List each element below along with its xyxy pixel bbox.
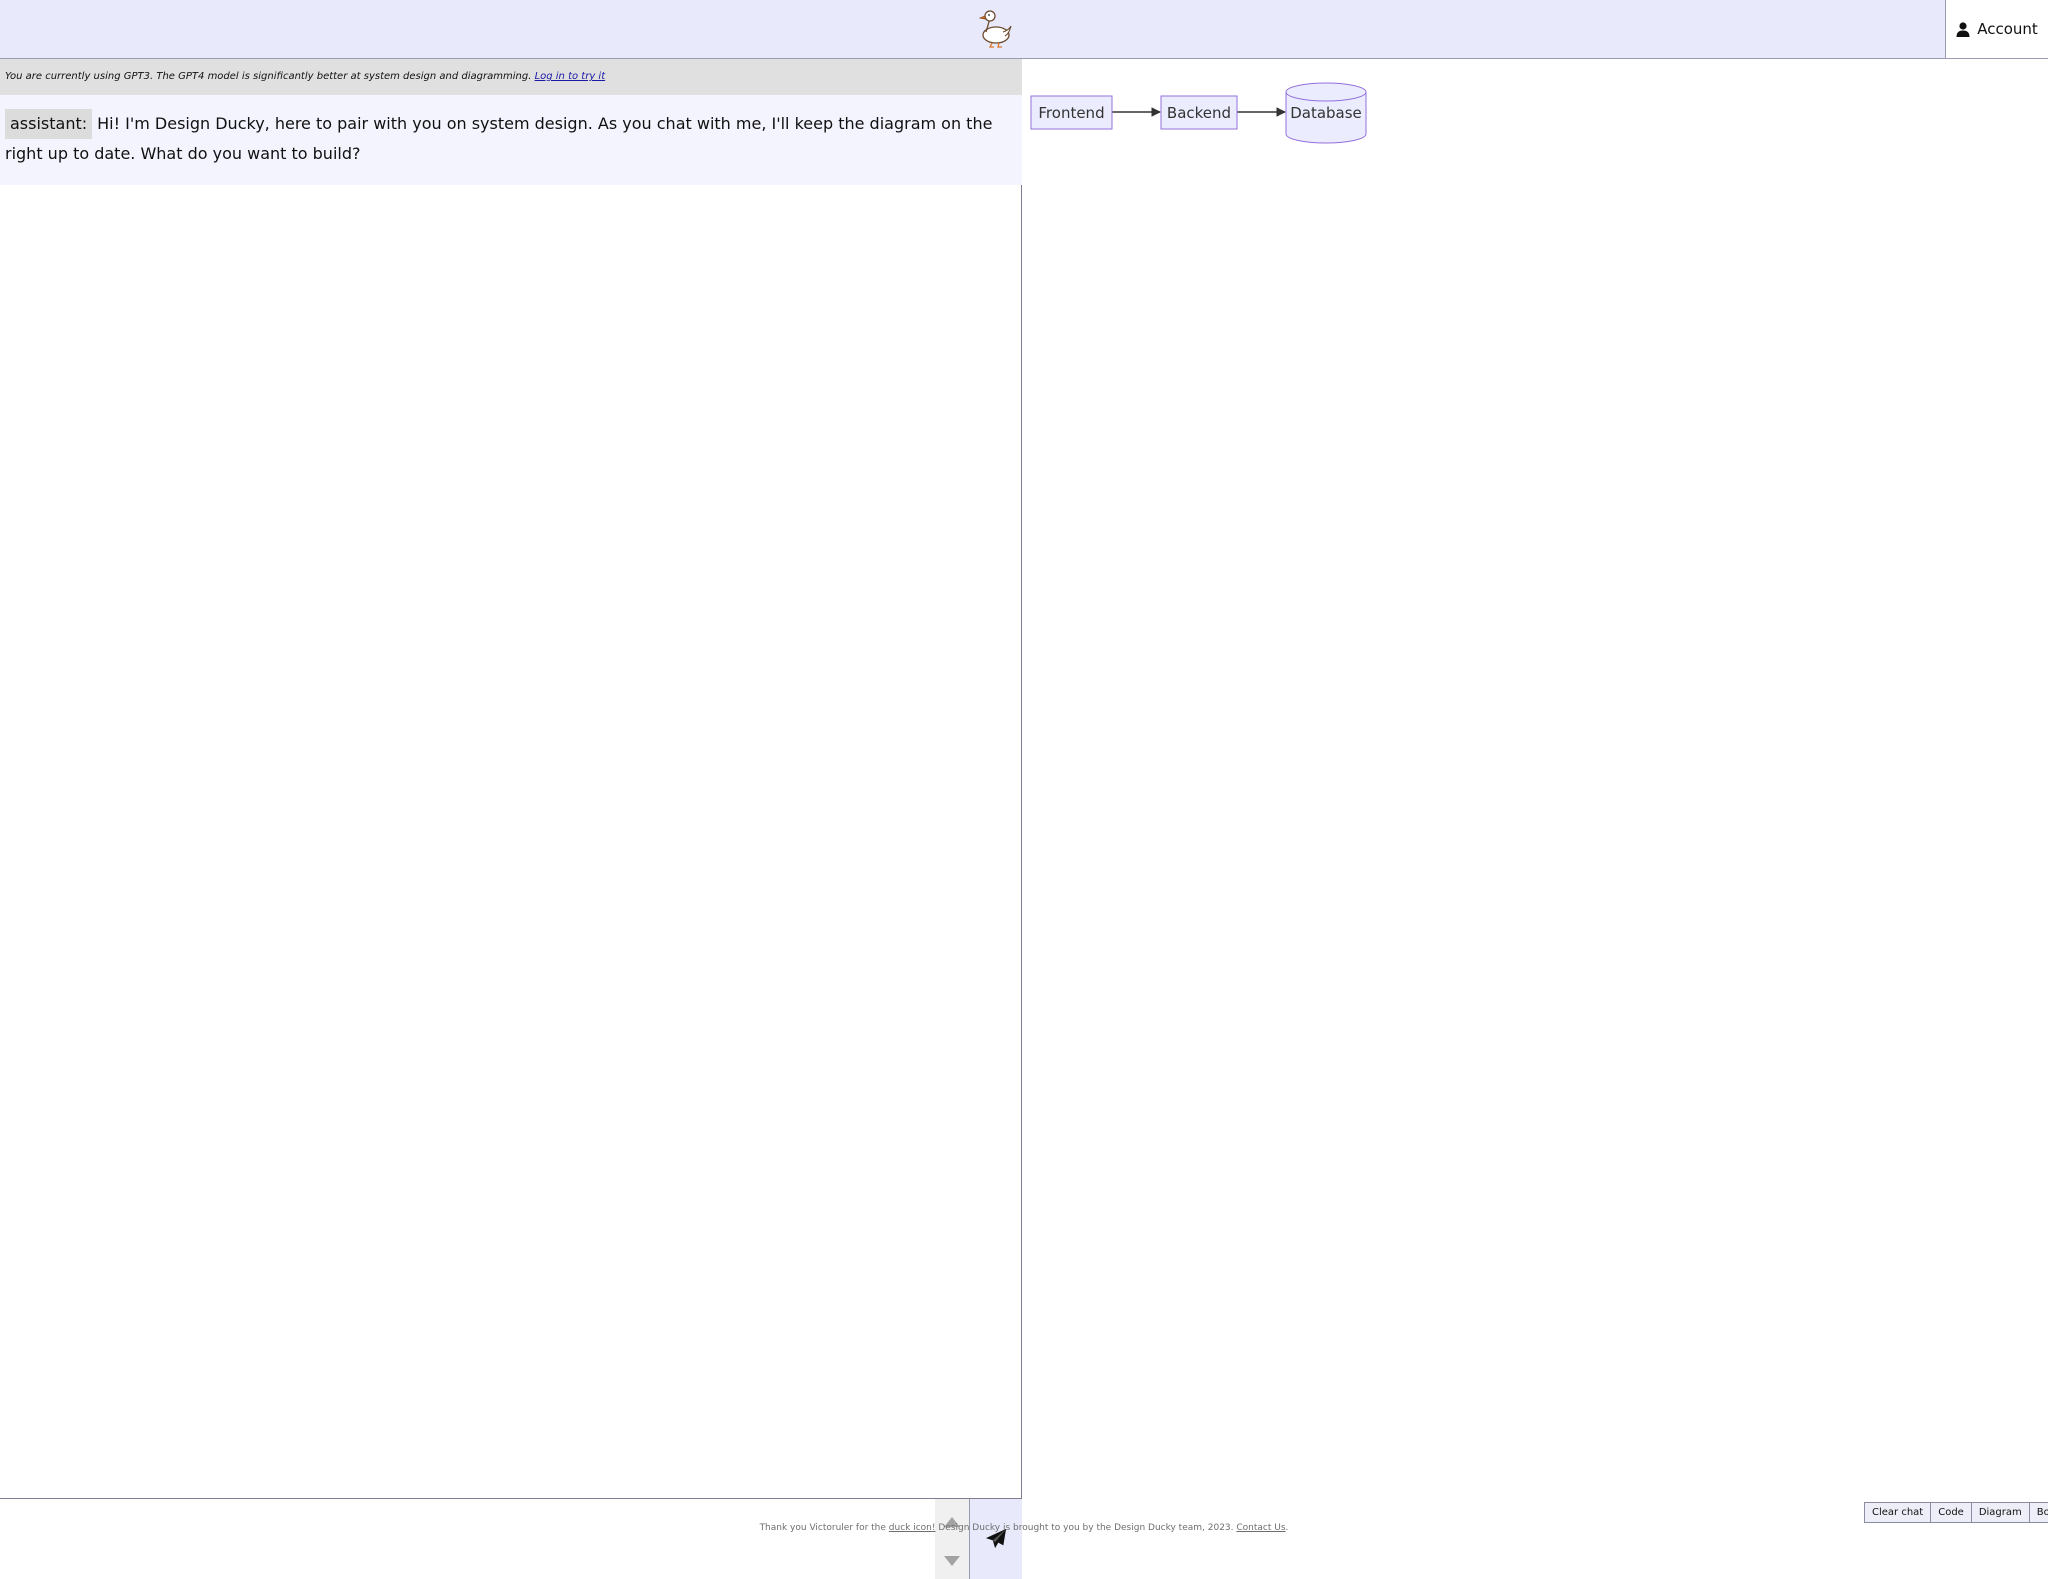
contact-link[interactable]: Contact Us: [1236, 1523, 1285, 1533]
node-frontend[interactable]: Frontend: [1030, 95, 1113, 130]
message-role: assistant:: [5, 109, 93, 139]
node-database-label: Database: [1290, 104, 1362, 122]
footer: Thank you Victoruler for the duck icon! …: [0, 1520, 2048, 1536]
send-button[interactable]: [969, 1499, 1022, 1579]
chat-pane: You are currently using GPT3. The GPT4 m…: [0, 59, 1022, 1579]
duck-icon-link[interactable]: duck icon!: [889, 1523, 936, 1533]
scroll-down-icon[interactable]: [944, 1556, 960, 1566]
app-header: Account: [0, 0, 2048, 59]
account-label: Account: [1977, 20, 2038, 38]
notice-text: You are currently using GPT3. The GPT4 m…: [5, 71, 532, 82]
diagram-pane: Frontend Backend Database: [1023, 59, 2048, 1520]
footer-text-end: .: [1285, 1523, 1289, 1533]
duck-icon: [978, 10, 1012, 48]
message-text: Hi! I'm Design Ducky, here to pair with …: [5, 114, 993, 163]
chat-message: assistant: Hi! I'm Design Ducky, here to …: [0, 95, 1022, 185]
footer-text: Thank you Victoruler for the: [759, 1523, 886, 1533]
user-icon: [1956, 21, 1970, 37]
node-frontend-label: Frontend: [1038, 104, 1104, 122]
footer-text-middle: Design Ducky is brought to you by the De…: [938, 1523, 1234, 1533]
node-database[interactable]: Database: [1285, 82, 1367, 144]
chat-input[interactable]: [0, 1499, 935, 1579]
model-notice: You are currently using GPT3. The GPT4 m…: [0, 59, 1022, 95]
node-backend-label: Backend: [1167, 104, 1231, 122]
account-button[interactable]: Account: [1945, 0, 2048, 59]
architecture-diagram: Frontend Backend Database: [1030, 82, 1367, 144]
login-link[interactable]: Log in to try it: [535, 71, 606, 82]
input-scrollbar[interactable]: [935, 1499, 969, 1579]
node-backend[interactable]: Backend: [1160, 95, 1238, 130]
chat-input-area: [0, 1498, 1022, 1579]
